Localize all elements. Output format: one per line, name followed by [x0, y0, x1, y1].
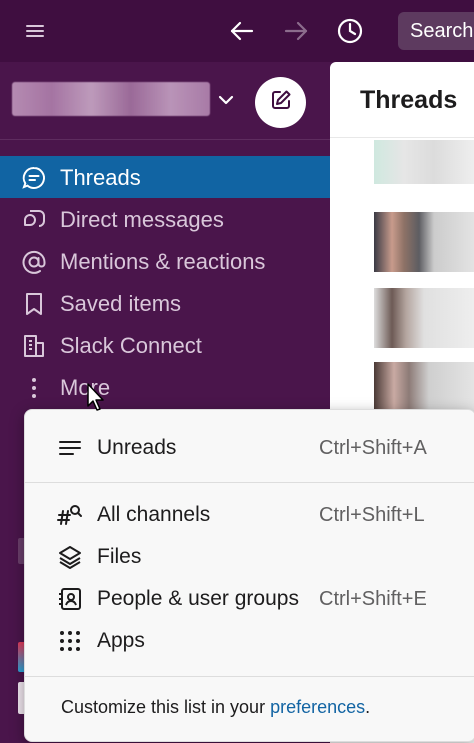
menu-item-all-channels[interactable]: All channels Ctrl+Shift+L	[25, 494, 474, 536]
menu-item-label: All channels	[97, 503, 211, 526]
mouse-cursor-icon	[86, 382, 106, 412]
footer-punctuation: .	[365, 697, 371, 717]
compose-icon	[269, 88, 293, 117]
menu-item-label: Unreads	[97, 436, 177, 459]
sidebar-item-threads[interactable]: Threads	[0, 156, 330, 198]
lines-icon	[57, 435, 83, 461]
layers-icon	[57, 544, 83, 570]
preferences-link[interactable]: preferences	[270, 697, 365, 717]
main-header: Threads	[330, 62, 474, 138]
menu-footer: Customize this list in your preferences.	[61, 697, 370, 718]
blurred-thread-preview	[374, 212, 474, 272]
menu-item-files[interactable]: Files	[25, 536, 474, 578]
more-menu: Unreads Ctrl+Shift+A All channels Ctrl+S…	[24, 409, 474, 742]
sidebar-item-saved-items[interactable]: Saved items	[0, 282, 330, 324]
menu-item-shortcut: Ctrl+Shift+L	[319, 504, 425, 526]
blurred-thread-preview	[374, 140, 474, 184]
menu-item-shortcut: Ctrl+Shift+E	[319, 588, 427, 610]
compose-button[interactable]	[255, 77, 306, 128]
contact-card-icon	[57, 586, 83, 612]
top-bar: Search	[0, 0, 474, 62]
clock-icon[interactable]	[335, 16, 365, 46]
menu-item-unreads[interactable]: Unreads Ctrl+Shift+A	[25, 427, 474, 469]
sidebar-item-label: Threads	[60, 165, 141, 190]
page-title: Threads	[360, 86, 458, 114]
sidebar-item-label: Direct messages	[60, 207, 224, 232]
blurred-thread-preview	[374, 362, 474, 412]
menu-item-label: People & user groups	[97, 587, 299, 610]
grid-dots-icon	[57, 628, 83, 654]
workspace-name[interactable]	[12, 82, 210, 116]
at-icon	[20, 248, 48, 276]
sidebar-item-more[interactable]: More	[0, 366, 330, 408]
sidebar-item-label: Slack Connect	[60, 333, 202, 358]
sidebar-item-mentions[interactable]: Mentions & reactions	[0, 240, 330, 282]
blurred-thread-preview	[374, 288, 474, 348]
sidebar-nav: Threads Direct messages Mentions & react…	[0, 156, 330, 408]
search-button[interactable]: Search	[398, 12, 474, 50]
menu-item-apps[interactable]: Apps	[25, 620, 474, 662]
sidebar-item-slack-connect[interactable]: Slack Connect	[0, 324, 330, 366]
sidebar-item-label: Mentions & reactions	[60, 249, 266, 274]
more-vertical-icon	[20, 374, 48, 402]
workspace-header	[0, 62, 330, 140]
chevron-down-icon[interactable]	[216, 90, 236, 110]
hamburger-icon[interactable]	[20, 16, 50, 46]
arrow-left-icon[interactable]	[227, 16, 257, 46]
menu-item-people[interactable]: People & user groups Ctrl+Shift+E	[25, 578, 474, 620]
arrow-right-icon[interactable]	[281, 16, 311, 46]
menu-item-label: Apps	[97, 629, 145, 652]
threads-icon	[20, 164, 48, 192]
menu-item-shortcut: Ctrl+Shift+A	[319, 437, 427, 459]
slack-window: Search Threads Direct messages Mentions …	[0, 0, 474, 743]
menu-divider	[25, 676, 474, 677]
menu-divider	[25, 482, 474, 483]
menu-item-label: Files	[97, 545, 142, 568]
bookmark-icon	[20, 290, 48, 318]
sidebar-item-direct-messages[interactable]: Direct messages	[0, 198, 330, 240]
channel-search-icon	[57, 502, 83, 528]
sidebar-item-label: Saved items	[60, 291, 182, 316]
footer-text: Customize this list in your	[61, 697, 271, 717]
direct-messages-icon	[20, 206, 48, 234]
building-icon	[20, 332, 48, 360]
